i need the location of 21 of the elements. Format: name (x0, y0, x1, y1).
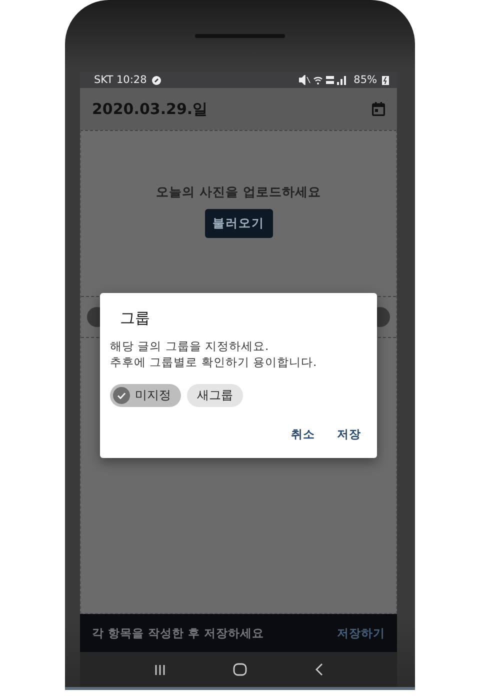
upload-prompt: 오늘의 사진을 업로드하세요 (156, 184, 321, 201)
recents-icon[interactable] (154, 664, 166, 676)
save-button[interactable]: 저장 (329, 421, 369, 448)
dialog-title: 그룹 (120, 309, 151, 328)
status-icons (298, 75, 349, 85)
dialog-message: 해당 글의 그룹을 지정하세요. (110, 338, 270, 354)
group-chip[interactable]: 새그룹 (187, 384, 243, 407)
calendar-icon[interactable] (372, 102, 385, 116)
cancel-button[interactable]: 취소 (283, 421, 323, 448)
check-icon (113, 387, 130, 404)
notification-icon (152, 76, 161, 84)
home-icon[interactable] (233, 663, 248, 676)
date-title: 2020.03.29.일 (92, 100, 208, 118)
battery-percent: 85% (354, 74, 377, 86)
bottom-hint: 각 항목을 작성한 후 저장하세요 (92, 626, 264, 640)
group-chip[interactable]: 미지정 (110, 384, 181, 407)
load-button[interactable]: 불러오기 (204, 209, 272, 238)
back-icon[interactable] (315, 663, 324, 676)
battery-icon (382, 75, 389, 85)
dialog-message: 추후에 그룹별로 확인하기 용이합니다. (110, 354, 318, 370)
carrier-time: SKT 10:28 (94, 74, 147, 86)
